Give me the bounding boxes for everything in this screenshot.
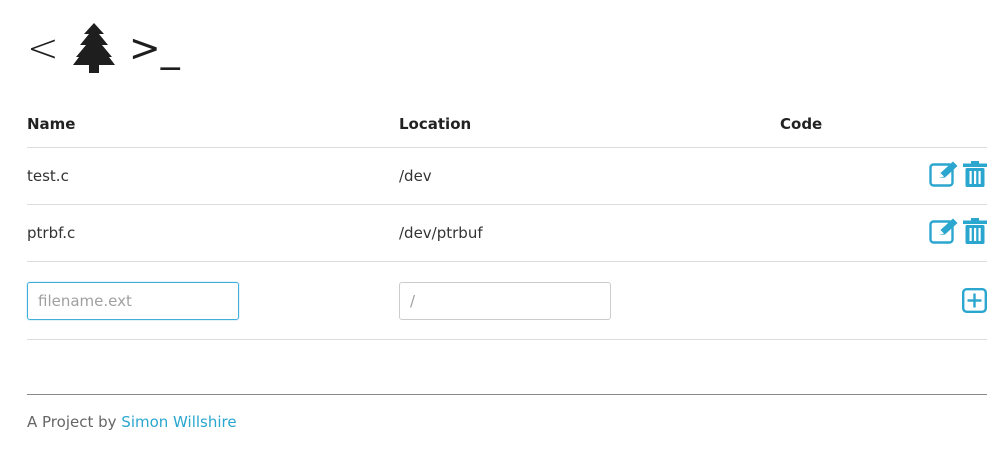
footer: A Project by Simon Willshire [27, 413, 237, 431]
plus-square-icon[interactable] [962, 288, 987, 313]
location-input[interactable] [399, 281, 611, 320]
table-row: test.c /dev [27, 147, 987, 205]
row-actions [920, 204, 987, 262]
table-header-row: Name Location Code [27, 100, 987, 148]
header-name: Name [27, 100, 399, 148]
header-code: Code [780, 100, 920, 148]
footer-divider [27, 394, 987, 395]
tree-icon [72, 23, 115, 73]
new-code-cell [780, 261, 920, 340]
row-location: /dev [399, 147, 780, 205]
logo-open-bracket: < [27, 26, 59, 70]
row-actions [920, 147, 987, 205]
new-actions-cell [920, 261, 987, 340]
trash-icon[interactable] [963, 161, 987, 187]
new-name-cell [27, 261, 399, 340]
logo-prompt: > [128, 26, 161, 70]
author-link[interactable]: Simon Willshire [121, 413, 236, 431]
trash-icon[interactable] [963, 218, 987, 244]
new-location-cell [399, 261, 780, 340]
row-location: /dev/ptrbuf [399, 204, 780, 262]
site-logo: < > _ [27, 22, 180, 74]
new-file-row [27, 261, 987, 340]
table-row: ptrbf.c /dev/ptrbuf [27, 204, 987, 262]
row-name: ptrbf.c [27, 204, 399, 262]
row-code [780, 147, 920, 205]
footer-prefix: A Project by [27, 413, 122, 431]
row-name: test.c [27, 147, 399, 205]
edit-icon[interactable] [929, 161, 959, 187]
filename-input[interactable] [27, 281, 239, 320]
files-table: Name Location Code test.c /dev ptrbf.c /… [27, 100, 987, 340]
header-actions [920, 100, 987, 148]
logo-cursor: _ [160, 26, 180, 70]
edit-icon[interactable] [929, 218, 959, 244]
row-code [780, 204, 920, 262]
header-location: Location [399, 100, 780, 148]
